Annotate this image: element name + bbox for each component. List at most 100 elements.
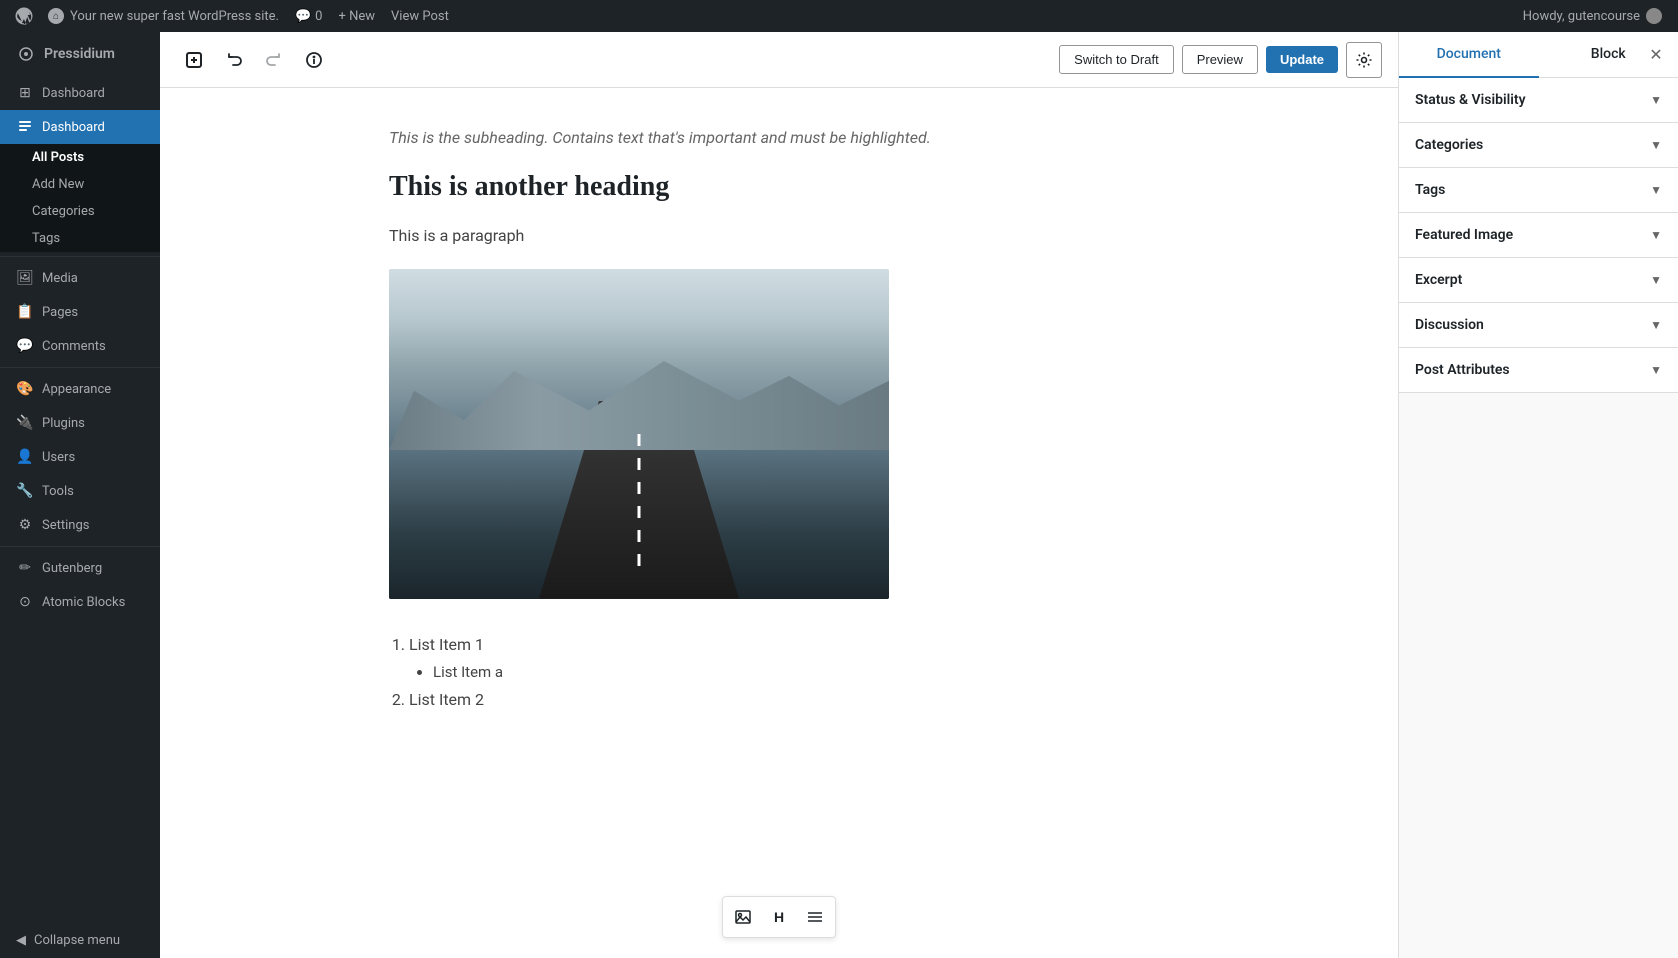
panel-close-button[interactable]: ✕ <box>1642 41 1670 69</box>
plugins-icon: 🔌 <box>16 414 34 432</box>
admin-bar: ⌂ Your new super fast WordPress site. 💬 … <box>0 0 1678 32</box>
featured-image-header[interactable]: Featured Image ▼ <box>1399 213 1678 257</box>
tab-document[interactable]: Document <box>1399 32 1539 78</box>
redo-button[interactable] <box>256 42 292 78</box>
settings-icon: ⚙ <box>16 516 34 534</box>
sidebar-item-tools[interactable]: 🔧 Tools <box>0 474 160 508</box>
new-bar-item[interactable]: + New <box>330 9 383 24</box>
list-item: List Item 1 List Item a <box>409 631 1169 687</box>
comment-icon: 💬 <box>295 9 311 24</box>
mountains-visual <box>389 351 889 450</box>
chevron-down-icon: ▼ <box>1650 138 1662 152</box>
sidebar-divider-3 <box>0 546 160 547</box>
editor-area: Switch to Draft Preview Update <box>160 32 1398 958</box>
nested-list: List Item a <box>409 659 1169 686</box>
collapse-icon: ◀ <box>16 933 26 948</box>
pages-icon: 📋 <box>16 303 34 321</box>
panel-section-excerpt: Excerpt ▼ <box>1399 258 1678 303</box>
view-post-bar-item[interactable]: View Post <box>383 9 457 24</box>
chevron-down-icon: ▼ <box>1650 318 1662 332</box>
sidebar-sub-categories[interactable]: Categories <box>0 198 160 225</box>
block-toolbar-heading-button[interactable]: H <box>763 901 795 933</box>
sidebar-sub-all-posts[interactable]: All Posts <box>0 144 160 171</box>
sidebar-divider-1 <box>0 256 160 257</box>
sidebar-sub-add-new[interactable]: Add New <box>0 171 160 198</box>
howdy-bar-item: Howdy, gutencourse <box>1515 8 1670 24</box>
panel-section-status-visibility: Status & Visibility ▼ <box>1399 78 1678 123</box>
content-image[interactable] <box>389 269 889 599</box>
categories-header[interactable]: Categories ▼ <box>1399 123 1678 167</box>
site-name[interactable]: ⌂ Your new super fast WordPress site. <box>40 8 287 24</box>
sidebar-item-dashboard[interactable]: ⊞ Dashboard <box>0 76 160 110</box>
content-heading[interactable]: This is another heading <box>389 171 1169 203</box>
tags-header[interactable]: Tags ▼ <box>1399 168 1678 212</box>
block-toolbar-list-button[interactable] <box>799 901 831 933</box>
panel-section-categories: Categories ▼ <box>1399 123 1678 168</box>
wp-logo-icon[interactable] <box>8 0 40 32</box>
users-icon: 👤 <box>16 448 34 466</box>
block-toolbar-image-button[interactable] <box>727 901 759 933</box>
chevron-down-icon: ▼ <box>1650 363 1662 377</box>
undo-button[interactable] <box>216 42 252 78</box>
panel-section-featured-image: Featured Image ▼ <box>1399 213 1678 258</box>
panel-section-post-attributes: Post Attributes ▼ <box>1399 348 1678 393</box>
preview-button[interactable]: Preview <box>1182 45 1258 74</box>
subheading-text: This is the subheading. Contains text th… <box>389 128 1169 147</box>
post-attributes-header[interactable]: Post Attributes ▼ <box>1399 348 1678 392</box>
sidebar-item-pages[interactable]: 📋 Pages <box>0 295 160 329</box>
dashboard-icon: ⊞ <box>16 84 34 102</box>
panel-section-discussion: Discussion ▼ <box>1399 303 1678 348</box>
editor-toolbar: Switch to Draft Preview Update <box>160 32 1398 88</box>
gutenberg-icon: ✏ <box>16 559 34 577</box>
update-button[interactable]: Update <box>1266 46 1338 73</box>
right-panel: Document Block ✕ Status & Visibility ▼ C… <box>1398 32 1678 958</box>
main-layout: Pressidium ⊞ Dashboard Dashboard All Pos… <box>0 32 1678 958</box>
tools-icon: 🔧 <box>16 482 34 500</box>
sidebar-item-comments[interactable]: 💬 Comments <box>0 329 160 363</box>
sidebar-brand: Pressidium <box>0 32 160 76</box>
sidebar-item-media[interactable]: 🖼 Media <box>0 261 160 295</box>
sidebar-item-gutenberg[interactable]: ✏ Gutenberg <box>0 551 160 585</box>
chevron-down-icon: ▼ <box>1650 273 1662 287</box>
excerpt-header[interactable]: Excerpt ▼ <box>1399 258 1678 302</box>
sidebar-item-atomic-blocks[interactable]: ⊙ Atomic Blocks <box>0 585 160 619</box>
switch-to-draft-button[interactable]: Switch to Draft <box>1059 45 1174 74</box>
sidebar-item-users[interactable]: 👤 Users <box>0 440 160 474</box>
brand-icon <box>16 44 36 64</box>
chevron-down-icon: ▼ <box>1650 228 1662 242</box>
block-toolbar-float: H <box>722 896 836 938</box>
panel-section-tags: Tags ▼ <box>1399 168 1678 213</box>
editor-canvas: This is the subheading. Contains text th… <box>329 88 1229 958</box>
comments-icon: 💬 <box>16 337 34 355</box>
sidebar-divider-2 <box>0 367 160 368</box>
chevron-down-icon: ▼ <box>1650 93 1662 107</box>
add-block-button[interactable] <box>176 42 212 78</box>
toolbar-right: Switch to Draft Preview Update <box>1059 42 1382 78</box>
comments-bar-item[interactable]: 💬 0 <box>287 9 331 24</box>
info-button[interactable] <box>296 42 332 78</box>
collapse-menu-button[interactable]: ◀ Collapse menu <box>0 923 160 958</box>
list-item: List Item 2 <box>409 686 1169 715</box>
content-paragraph[interactable]: This is a paragraph <box>389 223 1169 249</box>
status-visibility-header[interactable]: Status & Visibility ▼ <box>1399 78 1678 122</box>
content-list[interactable]: List Item 1 List Item a List Item 2 <box>389 631 1169 716</box>
sidebar-sub-tags[interactable]: Tags <box>0 225 160 252</box>
appearance-icon: 🎨 <box>16 380 34 398</box>
settings-button[interactable] <box>1346 42 1382 78</box>
avatar <box>1646 8 1662 24</box>
sidebar-item-settings[interactable]: ⚙ Settings <box>0 508 160 542</box>
panel-tabs: Document Block ✕ <box>1399 32 1678 78</box>
sidebar: Pressidium ⊞ Dashboard Dashboard All Pos… <box>0 32 160 958</box>
sidebar-item-appearance[interactable]: 🎨 Appearance <box>0 372 160 406</box>
nested-list-item: List Item a <box>433 659 1169 686</box>
posts-icon <box>16 118 34 136</box>
sidebar-item-plugins[interactable]: 🔌 Plugins <box>0 406 160 440</box>
sidebar-item-posts[interactable]: Dashboard <box>0 110 160 144</box>
posts-submenu: All Posts Add New Categories Tags <box>0 144 160 252</box>
site-icon: ⌂ <box>48 8 64 24</box>
toolbar-left <box>176 42 332 78</box>
discussion-header[interactable]: Discussion ▼ <box>1399 303 1678 347</box>
editor-content[interactable]: This is the subheading. Contains text th… <box>160 88 1398 958</box>
chevron-down-icon: ▼ <box>1650 183 1662 197</box>
atomic-blocks-icon: ⊙ <box>16 593 34 611</box>
